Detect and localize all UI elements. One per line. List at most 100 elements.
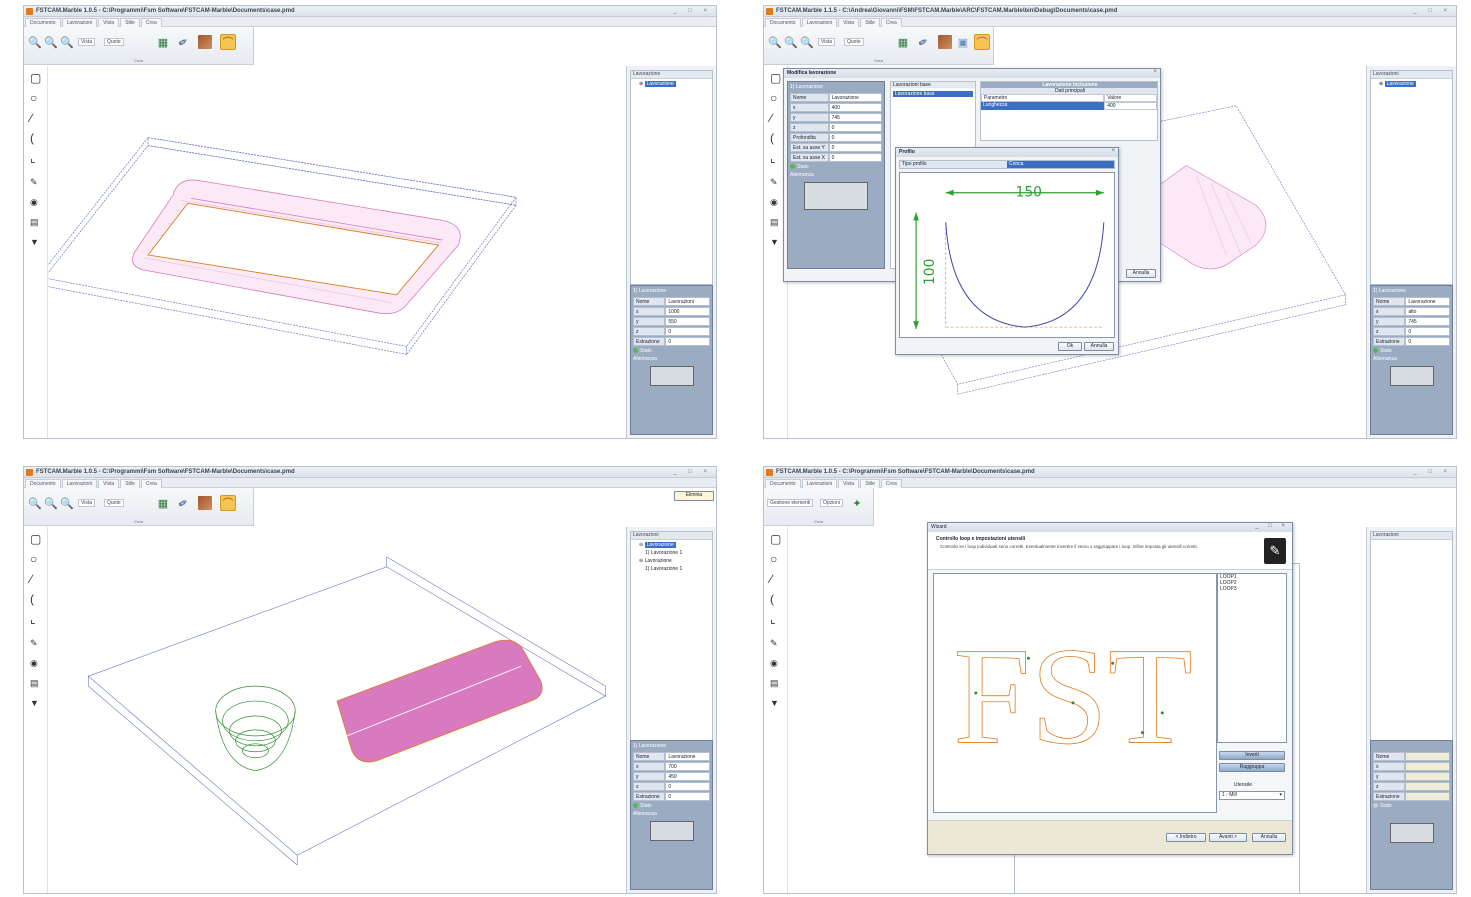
prop-row[interactable]: Estrazione [1373,792,1450,801]
prop-row[interactable]: x 700 [633,762,710,771]
layers-icon[interactable]: ▦ [156,35,170,49]
zoom-icon[interactable]: 🔍 [28,496,42,510]
arc-icon[interactable]: ⌒ [220,495,236,511]
wand-icon[interactable]: ✦ [850,496,864,510]
tab-lavorazioni[interactable]: Lavorazioni [801,18,838,27]
param-row[interactable]: Lunghezza 400 [981,102,1157,110]
next-button[interactable]: Avanti > [1209,833,1247,842]
sink-tool-icon[interactable]: ◉ [770,198,778,207]
tab-vista[interactable]: Vista [98,479,120,488]
raggruppa-button[interactable]: Raggruppa [1219,763,1285,772]
back-button[interactable]: < Indietro [1166,833,1206,842]
tab-documento[interactable]: Documento [765,479,801,488]
prop-row[interactable]: Estrazione 0 [633,337,710,346]
utensile-select[interactable]: 1 - Mill ▾ [1219,791,1285,800]
prop-row[interactable]: z0 [790,123,882,132]
zoom-in-icon[interactable]: 🔍 [44,35,58,49]
tree-node[interactable]: ⊖ Lavorazione [631,558,712,564]
vista-dropdown[interactable]: Vista [818,38,836,46]
texture-icon[interactable] [938,35,952,49]
tree-node[interactable]: 1) Lavorazione 1 [631,566,712,572]
tab-vista[interactable]: Vista [838,479,860,488]
stack-tool-icon[interactable]: ▤ [30,679,39,688]
prop-row[interactable]: Profondita 0 [790,133,882,142]
zoom-in-icon[interactable]: 🔍 [784,35,798,49]
pen-icon[interactable]: ✏ [173,32,192,51]
tab-crea[interactable]: Crea [140,18,162,27]
corner-tool-icon[interactable]: ⌞ [30,152,36,164]
window-controls[interactable]: _ □ × [673,6,712,16]
prop-row[interactable]: Est. su asse Y0 [790,143,882,152]
window-controls[interactable]: _ □ × [673,467,712,477]
rectangle-tool-icon[interactable]: ▢ [770,72,781,84]
corner-tool-icon[interactable]: ⌞ [30,613,36,625]
zoom-icon[interactable]: 🔍 [28,35,42,49]
prop-row[interactable]: z0 [633,327,710,336]
stack-tool-icon[interactable]: ▤ [30,218,39,227]
funnel-tool-icon[interactable]: ▼ [30,699,39,708]
vista-dropdown[interactable]: Vista [78,38,96,46]
circle-tool-icon[interactable]: ○ [30,92,37,104]
list-item-selected[interactable]: Lavorazione base [893,91,973,97]
tab-lavorazioni[interactable]: Lavorazioni [61,18,98,27]
tree-node[interactable]: ⊕ Lavorazione [1371,81,1452,87]
gestione-elementi-button[interactable]: Gestione elementi [767,499,814,507]
quote-dropdown[interactable]: Quote [844,38,864,46]
prop-row[interactable]: y 745 [790,113,882,122]
prop-row[interactable]: x 400 [790,103,882,112]
3d-viewport[interactable] [48,527,626,893]
brush-tool-icon[interactable]: ✎ [770,639,778,648]
ok-button[interactable]: Ok [1058,342,1082,351]
tab-stile[interactable]: Stile [120,18,140,27]
prop-row[interactable]: y [1373,772,1450,781]
brush-tool-icon[interactable]: ✎ [30,639,38,648]
prop-row[interactable]: y 450 [633,772,710,781]
opzioni-button[interactable]: Opzioni [820,499,843,507]
prop-row[interactable]: Nome Lavorazioni [633,297,710,306]
funnel-tool-icon[interactable]: ▼ [770,238,779,247]
arc-icon[interactable]: ⌒ [220,34,236,50]
stack-tool-icon[interactable]: ▤ [770,218,779,227]
zoom-out-icon[interactable]: 🔍 [800,35,814,49]
corner-tool-icon[interactable]: ⌞ [770,613,776,625]
tab-documento[interactable]: Documento [25,479,61,488]
pen-icon[interactable]: ✏ [173,493,192,512]
close-icon[interactable]: × [1111,148,1115,154]
prop-row[interactable]: Est. su asse X0 [790,153,882,162]
vista-dropdown[interactable]: Vista [78,499,96,507]
circle-tool-icon[interactable]: ○ [770,553,777,565]
elimina-button[interactable]: Elimina [674,491,714,501]
tipo-profilo-select[interactable]: Conca [1007,161,1114,168]
tab-stile[interactable]: Stile [860,479,880,488]
zoom-icon[interactable]: 🔍 [768,35,782,49]
rectangle-tool-icon[interactable]: ▢ [30,533,41,545]
texture-icon[interactable] [198,496,212,510]
prop-row[interactable]: y 745 [1373,317,1450,326]
circle-tool-icon[interactable]: ○ [770,92,777,104]
zoom-out-icon[interactable]: 🔍 [60,496,74,510]
zoom-in-icon[interactable]: 🔍 [44,496,58,510]
tab-stile[interactable]: Stile [120,479,140,488]
loop-preview[interactable]: FST [933,573,1217,813]
line-tool-icon[interactable]: ∕ [30,112,32,124]
sink-tool-icon[interactable]: ◉ [30,659,38,668]
inverti-button[interactable]: Inverti [1219,751,1285,760]
cancel-button[interactable]: Annulla [1252,833,1286,842]
window-controls[interactable]: _ □ × [1255,523,1289,529]
tab-crea[interactable]: Crea [880,18,902,27]
prop-row[interactable]: y 550 [633,317,710,326]
prop-row[interactable]: x 1000 [633,307,710,316]
prop-row[interactable]: z [1373,782,1450,791]
rectangle-tool-icon[interactable]: ▢ [30,72,41,84]
brush-tool-icon[interactable]: ✎ [30,178,38,187]
prop-row[interactable]: Estrazione 0 [1373,337,1450,346]
prop-row[interactable]: x [1373,762,1450,771]
rectangle-tool-icon[interactable]: ▢ [770,533,781,545]
annulla-button[interactable]: Annulla [1126,269,1156,278]
window-controls[interactable]: _ □ × [1413,467,1452,477]
tab-vista[interactable]: Vista [98,18,120,27]
funnel-tool-icon[interactable]: ▼ [770,699,779,708]
quote-dropdown[interactable]: Quote [104,499,124,507]
tab-vista[interactable]: Vista [838,18,860,27]
prop-row[interactable]: Nome Lavorazione [1373,297,1450,306]
